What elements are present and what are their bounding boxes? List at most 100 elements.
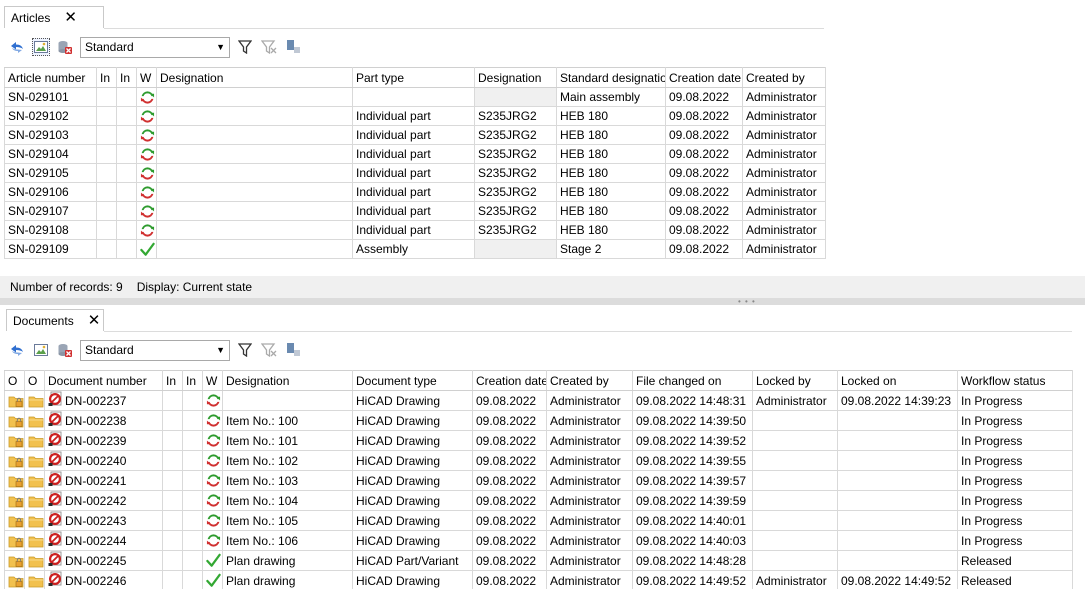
table-row[interactable]: DN-002244 Item No.: 106 HiCAD Drawing 09.08… [4, 530, 1073, 551]
table-row[interactable]: DN-002245 Plan drawing HiCAD Part/Variant 0… [4, 550, 1073, 571]
cell-lock-folder[interactable] [4, 450, 25, 471]
col-document-number[interactable]: Document number [44, 370, 163, 391]
col-locked-by[interactable]: Locked by [752, 370, 838, 391]
table-row[interactable]: DN-002240 Item No.: 102 HiCAD Drawing 09.08… [4, 450, 1073, 471]
col-workflow-status[interactable]: Workflow status [957, 370, 1073, 391]
col-article-number[interactable]: Article number [4, 67, 97, 88]
table-row[interactable]: DN-002241 Item No.: 103 HiCAD Drawing 09.08… [4, 470, 1073, 491]
columns-icon[interactable] [284, 38, 302, 56]
col-created-by[interactable]: Created by [742, 67, 826, 88]
delete-db-icon[interactable] [56, 341, 74, 359]
col-creation-date[interactable]: Creation date [665, 67, 743, 88]
cell-open-folder[interactable] [24, 430, 45, 451]
cell-designation: Item No.: 103 [222, 470, 353, 491]
cell-lock-folder[interactable] [4, 530, 25, 551]
cell-open-folder[interactable] [24, 390, 45, 411]
col-in-1[interactable]: In [96, 67, 117, 88]
table-row[interactable]: DN-002243 Item No.: 105 HiCAD Drawing 09.08… [4, 510, 1073, 531]
cell-created-by: Administrator [546, 390, 633, 411]
table-row[interactable]: SN-029106 Individual part S235JRG2 HEB 180 0… [4, 182, 826, 202]
panel-splitter[interactable]: • • • [0, 298, 1085, 306]
lock-folder-icon [8, 574, 24, 588]
image-icon[interactable] [32, 341, 50, 359]
cell-lock-folder[interactable] [4, 410, 25, 431]
table-row[interactable]: SN-029107 Individual part S235JRG2 HEB 180 0… [4, 201, 826, 221]
image-icon[interactable] [32, 38, 50, 56]
col-document-type[interactable]: Document type [352, 370, 473, 391]
cell-open-folder[interactable] [24, 530, 45, 551]
cell-open-folder[interactable] [24, 490, 45, 511]
cell-designation [156, 106, 353, 126]
cell-lock-folder[interactable] [4, 390, 25, 411]
close-icon[interactable]: ✕ [64, 10, 77, 25]
cell-open-folder[interactable] [24, 550, 45, 571]
col-designation[interactable]: Designation [222, 370, 353, 391]
table-row[interactable]: DN-002239 Item No.: 101 HiCAD Drawing 09.08… [4, 430, 1073, 451]
cell-lock-folder[interactable] [4, 490, 25, 511]
close-icon[interactable]: ✕ [88, 313, 101, 328]
cell-locked-by [752, 450, 838, 471]
cell-lock-folder[interactable] [4, 510, 25, 531]
cell-designation [156, 163, 353, 183]
cell-open-folder[interactable] [24, 470, 45, 491]
cell-open-folder[interactable] [24, 450, 45, 471]
col-in-2[interactable]: In [116, 67, 137, 88]
check-icon [206, 553, 221, 568]
table-row[interactable]: DN-002238 Item No.: 100 HiCAD Drawing 09.08… [4, 410, 1073, 431]
col-file-changed-on[interactable]: File changed on [632, 370, 753, 391]
filter-icon[interactable] [236, 38, 254, 56]
col-standard-designation[interactable]: Standard designatio [556, 67, 666, 88]
cell-creation-date: 09.08.2022 [665, 239, 743, 259]
table-row[interactable]: DN-002242 Item No.: 104 HiCAD Drawing 09.08… [4, 490, 1073, 511]
cell-lock-folder[interactable] [4, 570, 25, 589]
cell-in-1 [96, 163, 117, 183]
cell-creation-date: 09.08.2022 [472, 450, 547, 471]
clear-filter-icon[interactable] [260, 38, 278, 56]
cell-in-2 [182, 530, 203, 551]
col-material-designation[interactable]: Designation [474, 67, 557, 88]
col-in-2[interactable]: In [182, 370, 203, 391]
delete-db-icon[interactable] [56, 38, 74, 56]
check-icon [206, 573, 221, 588]
cell-creation-date: 09.08.2022 [665, 182, 743, 202]
folder-icon [28, 394, 44, 408]
no-entry-doc-icon [48, 491, 64, 510]
cell-file-changed-on: 09.08.2022 14:39:52 [632, 430, 753, 451]
table-row[interactable]: SN-029103 Individual part S235JRG2 HEB 180 0… [4, 125, 826, 145]
tab-documents[interactable]: Documents ✕ [6, 309, 104, 331]
cell-open-folder[interactable] [24, 510, 45, 531]
col-designation[interactable]: Designation [156, 67, 353, 88]
col-w[interactable]: W [202, 370, 223, 391]
col-locked-on[interactable]: Locked on [837, 370, 958, 391]
table-row[interactable]: SN-029101 Main assembly 09.08.2022 Administ… [4, 87, 826, 107]
col-in-1[interactable]: In [162, 370, 183, 391]
col-o-1[interactable]: O [4, 370, 25, 391]
cell-lock-folder[interactable] [4, 430, 25, 451]
table-row[interactable]: SN-029102 Individual part S235JRG2 HEB 180 0… [4, 106, 826, 126]
clear-filter-icon[interactable] [260, 341, 278, 359]
table-row[interactable]: DN-002237 HiCAD Drawing 09.08.2022 Administ… [4, 390, 1073, 411]
view-select[interactable]: Standard ▼ [80, 36, 230, 58]
col-w[interactable]: W [136, 67, 157, 88]
col-o-2[interactable]: O [24, 370, 45, 391]
view-select[interactable]: Standard ▼ [80, 339, 230, 361]
sync-icon[interactable] [8, 341, 26, 359]
cell-lock-folder[interactable] [4, 470, 25, 491]
table-row[interactable]: DN-002246 Plan drawing HiCAD Drawing 09.08.… [4, 570, 1073, 589]
col-part-type[interactable]: Part type [352, 67, 475, 88]
filter-icon[interactable] [236, 341, 254, 359]
tab-articles[interactable]: Articles ✕ [4, 6, 104, 28]
table-row[interactable]: SN-029104 Individual part S235JRG2 HEB 180 0… [4, 144, 826, 164]
table-row[interactable]: SN-029105 Individual part S235JRG2 HEB 180 0… [4, 163, 826, 183]
table-row[interactable]: SN-029109 Assembly Stage 2 09.08.2022 Admini… [4, 239, 826, 259]
columns-icon[interactable] [284, 341, 302, 359]
cell-open-folder[interactable] [24, 570, 45, 589]
col-created-by[interactable]: Created by [546, 370, 633, 391]
cell-creation-date: 09.08.2022 [665, 106, 743, 126]
col-creation-date[interactable]: Creation date [472, 370, 547, 391]
table-row[interactable]: SN-029108 Individual part S235JRG2 HEB 180 0… [4, 220, 826, 240]
check-icon [140, 242, 155, 257]
cell-lock-folder[interactable] [4, 550, 25, 571]
sync-icon[interactable] [8, 38, 26, 56]
cell-open-folder[interactable] [24, 410, 45, 431]
